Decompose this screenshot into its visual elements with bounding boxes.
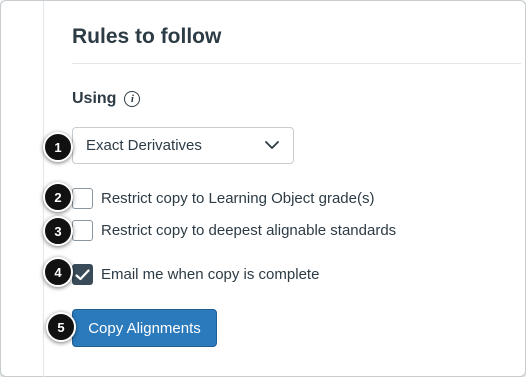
rules-panel: Rules to follow Using i Exact Derivative… — [0, 0, 526, 377]
using-row: Using i — [72, 90, 141, 108]
title-divider — [72, 63, 521, 64]
step-badge-5: 5 — [46, 312, 76, 342]
option-restrict-grade[interactable]: Restrict copy to Learning Object grade(s… — [72, 188, 374, 209]
email-me-checkbox[interactable] — [72, 264, 93, 285]
restrict-standards-checkbox[interactable] — [72, 220, 93, 241]
info-icon[interactable]: i — [124, 91, 141, 107]
option-restrict-standards[interactable]: Restrict copy to deepest alignable stand… — [72, 220, 396, 241]
option-label: Restrict copy to deepest alignable stand… — [101, 222, 397, 239]
option-label: Email me when copy is complete — [101, 266, 320, 283]
option-email-me[interactable]: Email me when copy is complete — [72, 264, 319, 285]
step-badge-4: 4 — [43, 257, 73, 287]
option-label: Restrict copy to Learning Object grade(s… — [101, 190, 375, 207]
chevron-down-icon — [265, 141, 279, 149]
derivatives-select[interactable]: Exact Derivatives — [72, 127, 294, 164]
step-badge-1: 1 — [43, 132, 73, 162]
using-label: Using — [72, 90, 117, 107]
step-badge-2: 2 — [43, 182, 73, 212]
copy-alignments-button[interactable]: Copy Alignments — [72, 309, 217, 347]
select-value: Exact Derivatives — [86, 137, 202, 154]
checkmark-icon — [75, 268, 90, 280]
restrict-grade-checkbox[interactable] — [72, 188, 93, 209]
step-badge-3: 3 — [43, 216, 73, 246]
section-title: Rules to follow — [72, 25, 222, 48]
